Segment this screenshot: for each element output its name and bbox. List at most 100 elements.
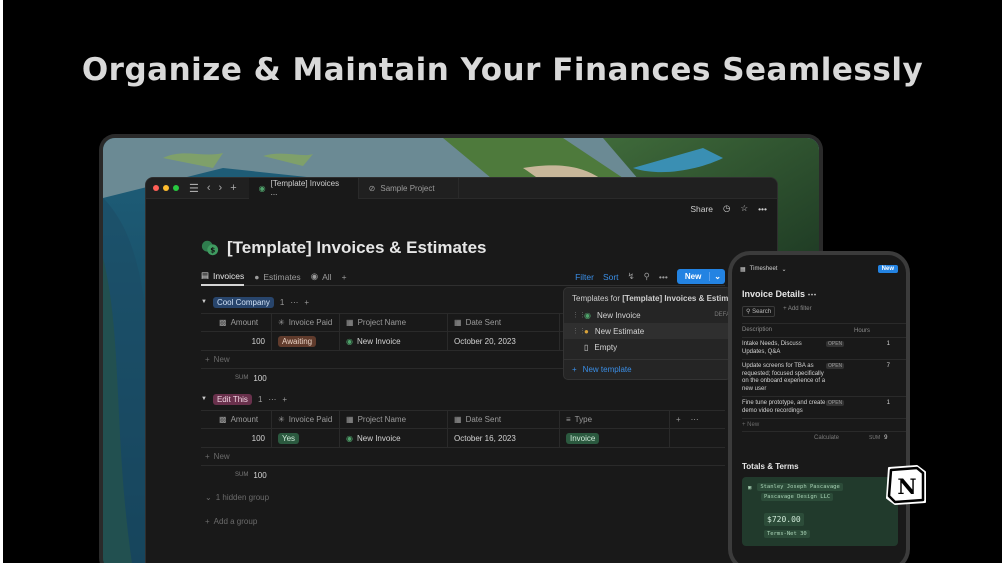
- calendar-icon: ▦: [454, 318, 462, 327]
- col-description[interactable]: Description: [742, 327, 826, 335]
- template-item-new-estimate[interactable]: ⋮⋮ ● New Estimate: [564, 323, 730, 339]
- add-view-icon[interactable]: +: [342, 272, 347, 282]
- cell-date[interactable]: October 20, 2023: [447, 332, 559, 350]
- phone-search-row: ⚲ Search + Add filter: [732, 304, 906, 323]
- phone-new-button[interactable]: New: [877, 265, 898, 273]
- add-icon[interactable]: +: [304, 298, 309, 307]
- more-icon[interactable]: ⋯: [691, 415, 699, 424]
- cell-date[interactable]: October 16, 2023: [447, 429, 559, 447]
- status-badge: OPEN: [826, 363, 845, 369]
- cell-type[interactable]: Invoice: [559, 429, 669, 447]
- col-date-sent[interactable]: ▦ Date Sent: [447, 314, 559, 331]
- tab-invoices[interactable]: ◉ [Template] Invoices ...: [248, 178, 359, 199]
- more-icon[interactable]: ⋯: [268, 395, 276, 404]
- row-description: Update screens for TBA as requested; foc…: [742, 363, 826, 392]
- col-hours[interactable]: Hours: [854, 328, 870, 334]
- share-button[interactable]: Share: [690, 204, 713, 214]
- add-icon[interactable]: +: [282, 395, 287, 404]
- col-amount[interactable]: ▩ Amount: [201, 318, 271, 327]
- col-invoice-paid[interactable]: ✳ Invoice Paid: [271, 314, 339, 331]
- new-tab-icon[interactable]: +: [230, 182, 236, 195]
- star-icon[interactable]: ☆: [740, 203, 748, 214]
- calculate-button[interactable]: Calculate: [814, 435, 839, 441]
- close-dot[interactable]: [153, 185, 159, 191]
- col-label: Date Sent: [465, 318, 502, 327]
- popup-heading: Templates for [Template] Invoices & Esti…: [564, 288, 730, 307]
- col-invoice-paid[interactable]: ✳ Invoice Paid: [271, 411, 339, 428]
- col-type[interactable]: ≡ Type: [559, 411, 669, 428]
- row-description: Fine tune prototype, and create demo vid…: [742, 400, 826, 414]
- new-button[interactable]: New ⌄: [676, 269, 725, 284]
- table-row[interactable]: 100 Yes ◉ New Invoice October 16, 2023 In…: [201, 429, 725, 448]
- col-project-name[interactable]: ▦ Project Name: [339, 314, 447, 331]
- chat-icon: ●: [254, 271, 260, 282]
- cell-amount[interactable]: 100: [201, 337, 271, 346]
- cell-project[interactable]: ◉ New Invoice: [339, 332, 447, 350]
- collapse-icon[interactable]: ▼: [201, 299, 207, 305]
- group-tag[interactable]: Cool Company: [212, 296, 274, 308]
- view-tab-invoices[interactable]: ▤ Invoices: [201, 268, 245, 286]
- sort-button[interactable]: Sort: [603, 272, 619, 282]
- clock-icon[interactable]: ◷: [723, 203, 730, 214]
- row-status: OPEN: [826, 363, 854, 393]
- group-tag[interactable]: Edit This: [212, 393, 252, 405]
- add-filter-button[interactable]: + Add filter: [783, 306, 812, 317]
- db-name[interactable]: Timesheet: [750, 266, 778, 272]
- relation-icon: ▦: [346, 415, 354, 424]
- phone-add-row[interactable]: + New: [742, 419, 906, 432]
- pin-icon: ⊘: [368, 183, 376, 193]
- filter-button[interactable]: Filter: [575, 272, 594, 282]
- chevron-down-icon[interactable]: ⌄: [709, 272, 725, 281]
- more-icon[interactable]: •••: [659, 272, 668, 282]
- tab-label: [Template] Invoices ...: [270, 179, 340, 197]
- view-tab-estimates[interactable]: ● Estimates: [254, 268, 300, 286]
- add-icon[interactable]: +: [676, 415, 681, 424]
- automation-icon[interactable]: ↯: [628, 271, 635, 282]
- drag-handle-icon[interactable]: ⋮⋮: [572, 311, 586, 319]
- more-icon[interactable]: ⋯: [808, 289, 817, 299]
- new-template-button[interactable]: + New template: [564, 359, 730, 379]
- tab-sample-project[interactable]: ⊘ Sample Project: [359, 178, 459, 199]
- col-amount[interactable]: ▩ Amount: [201, 415, 271, 424]
- template-item-new-invoice[interactable]: ⋮⋮ ◉ New Invoice DEFA: [564, 307, 730, 323]
- maximize-dot[interactable]: [173, 185, 179, 191]
- more-icon[interactable]: ⋯: [290, 298, 298, 307]
- page-icon: ▯: [584, 342, 589, 352]
- status-badge: Yes: [278, 432, 300, 444]
- forward-icon[interactable]: ›: [219, 182, 223, 195]
- view-label: Invoices: [213, 270, 245, 281]
- add-group-button[interactable]: + Add a group: [201, 512, 725, 530]
- table-row[interactable]: Update screens for TBA as requested; foc…: [742, 360, 906, 397]
- cell-amount[interactable]: 100: [201, 434, 271, 443]
- more-icon[interactable]: •••: [758, 204, 767, 214]
- cell-paid[interactable]: Awaiting: [271, 332, 339, 350]
- chevron-down-icon[interactable]: ⌄: [781, 266, 786, 273]
- template-item-empty[interactable]: ▯ Empty: [564, 339, 730, 355]
- plus-icon: +: [205, 355, 210, 364]
- cell-paid[interactable]: Yes: [271, 429, 339, 447]
- sum-row[interactable]: SUM 100: [201, 466, 725, 484]
- collapse-icon[interactable]: ▼: [201, 396, 207, 402]
- row-description: Intake Needs, Discuss Updates, Q&A: [742, 341, 802, 355]
- row-hours: 7: [886, 363, 890, 369]
- col-date-sent[interactable]: ▦ Date Sent: [447, 411, 559, 428]
- payment-terms: Terms-Net 30: [764, 530, 810, 538]
- search-label: Search: [752, 309, 772, 315]
- add-row-button[interactable]: + New: [201, 448, 725, 466]
- back-icon[interactable]: ‹: [207, 182, 211, 195]
- search-icon[interactable]: ⚲: [644, 271, 650, 282]
- view-tab-all[interactable]: ◉ All: [311, 268, 332, 286]
- project-link[interactable]: New Invoice: [357, 434, 401, 443]
- drag-handle-icon[interactable]: ⋮⋮: [572, 327, 586, 335]
- table-row[interactable]: Fine tune prototype, and create demo vid…: [742, 397, 906, 419]
- cell-project[interactable]: ◉ New Invoice: [339, 429, 447, 447]
- minimize-dot[interactable]: [163, 185, 169, 191]
- new-template-label: New template: [582, 365, 632, 374]
- phone-search-button[interactable]: ⚲ Search: [742, 306, 776, 317]
- template-label: Empty: [594, 342, 618, 352]
- project-link[interactable]: New Invoice: [357, 337, 401, 346]
- col-project-name[interactable]: ▦ Project Name: [339, 411, 447, 428]
- table-row[interactable]: Intake Needs, Discuss Updates, Q&A OPEN …: [742, 338, 906, 360]
- menu-icon[interactable]: ☰: [189, 182, 199, 195]
- hidden-group-toggle[interactable]: ⌄ 1 hidden group: [201, 488, 725, 506]
